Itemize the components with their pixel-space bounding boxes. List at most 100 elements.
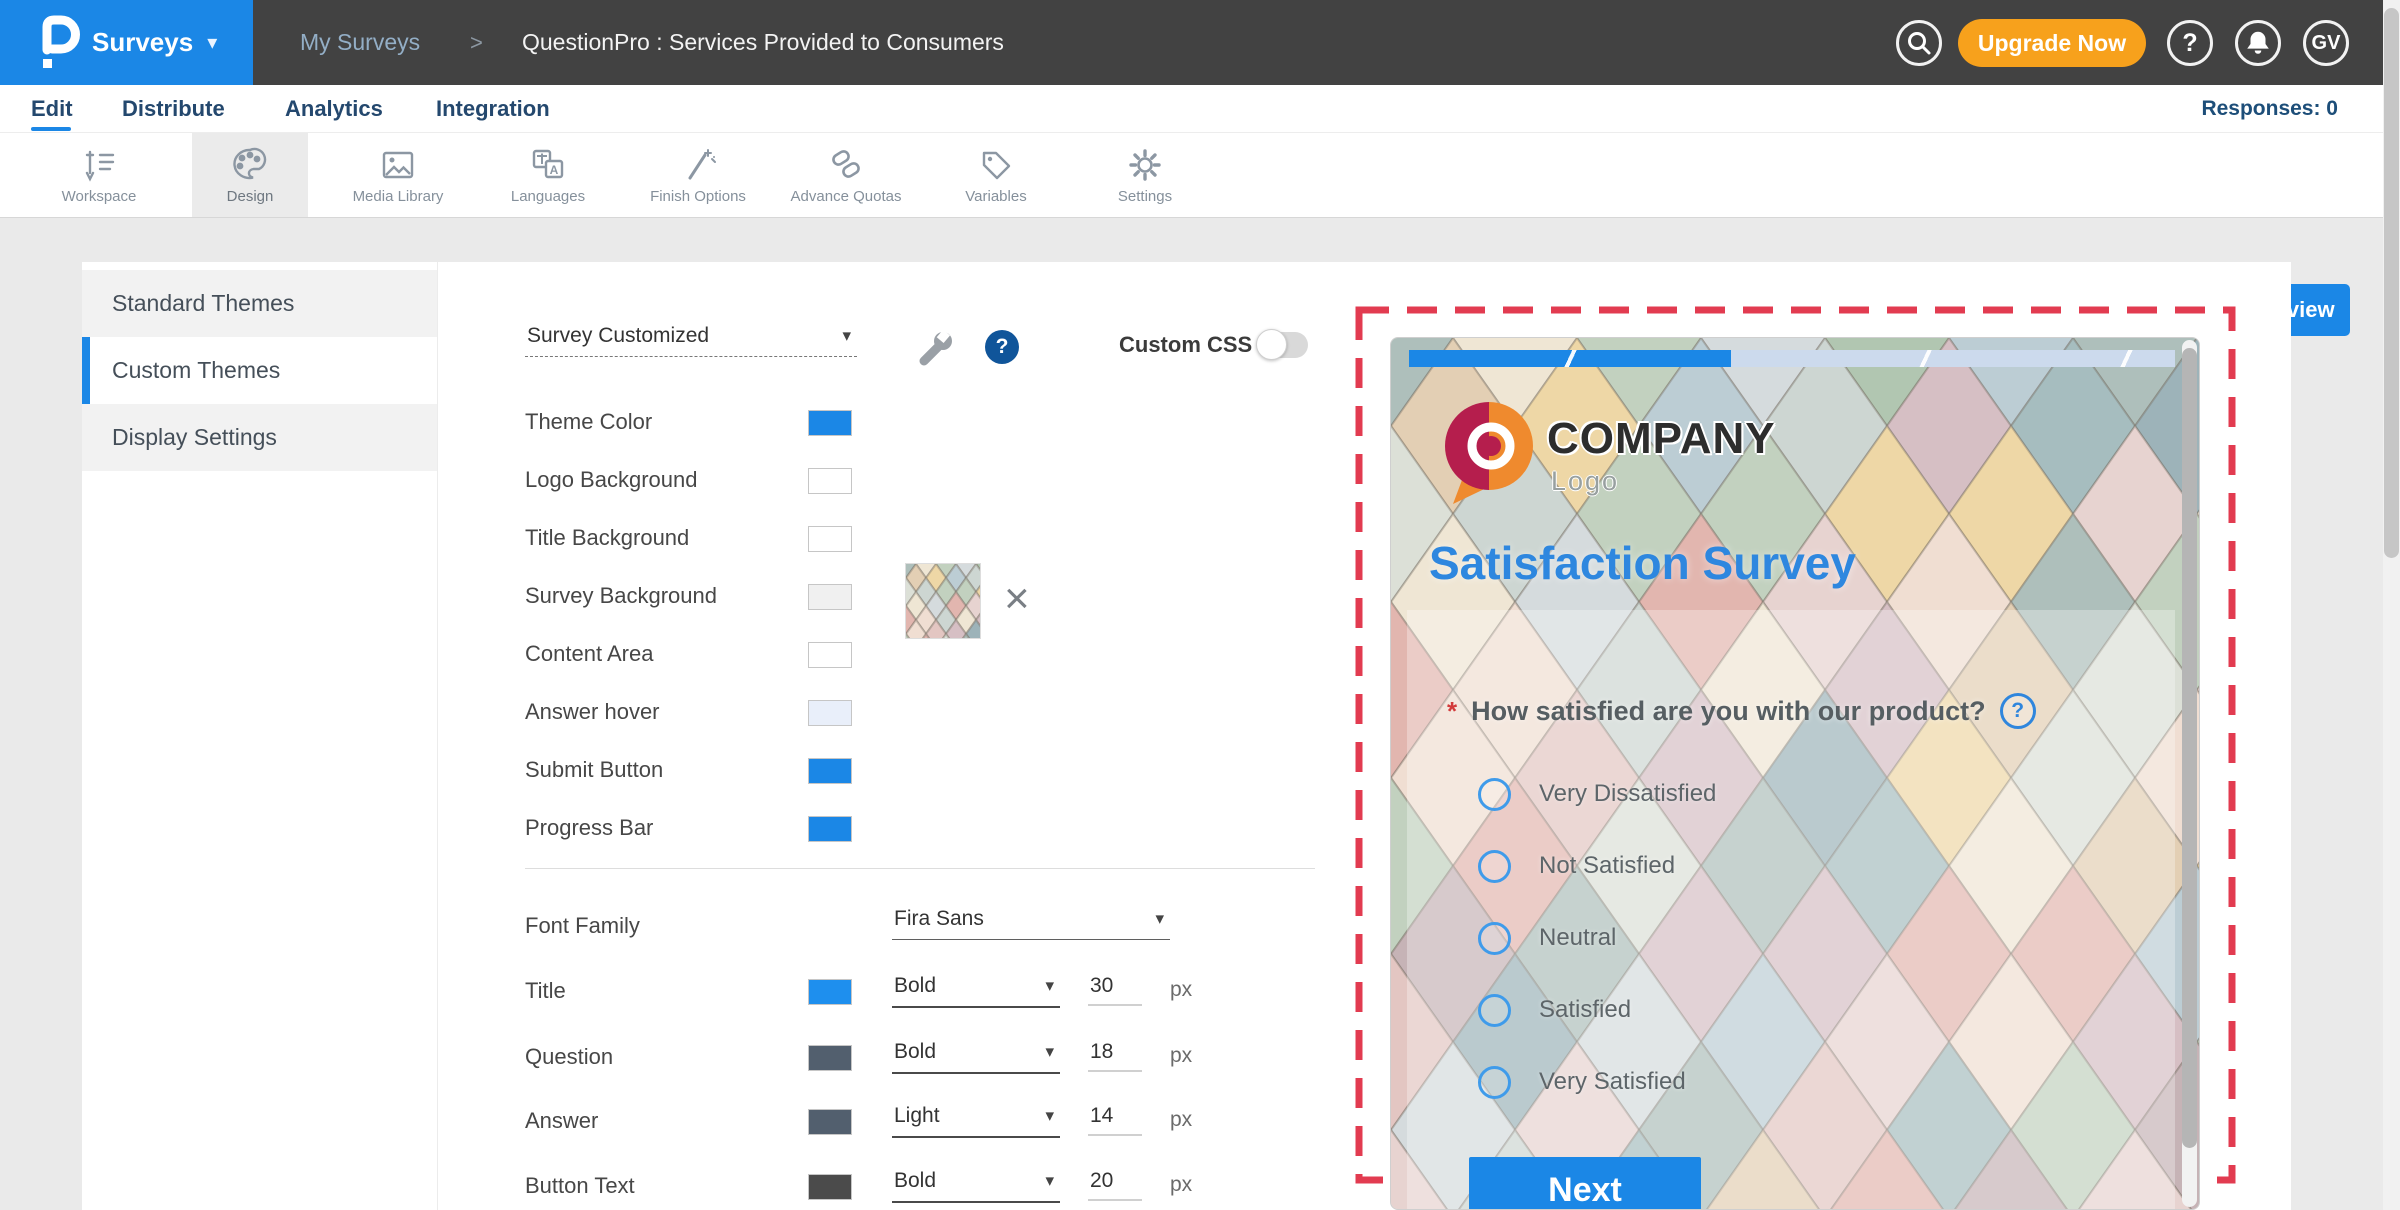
theme-help-icon[interactable]: ? <box>985 330 1019 364</box>
toolbar-item-design[interactable]: Design <box>192 133 308 217</box>
toolbar-item-media-library[interactable]: Media Library <box>323 133 473 217</box>
toolbar-item-advance-quotas[interactable]: Advance Quotas <box>771 133 921 217</box>
answer-option[interactable]: Very Satisfied <box>1478 1065 1686 1099</box>
toolbar-item-variables[interactable]: Variables <box>921 133 1071 217</box>
tab-distribute[interactable]: Distribute <box>122 85 225 133</box>
image-icon <box>377 145 419 185</box>
answer-size-input[interactable] <box>1088 1104 1142 1136</box>
answer-option-label: Satisfied <box>1539 996 1631 1024</box>
chevron-down-icon: ▾ <box>1045 1171 1054 1191</box>
sidebar-item-standard-themes[interactable]: Standard Themes <box>82 270 437 337</box>
survey-background-swatch[interactable] <box>808 584 852 610</box>
color-row-label: Submit Button <box>525 757 663 783</box>
button-text-color-swatch[interactable] <box>808 1174 852 1200</box>
answer-option[interactable]: Satisfied <box>1478 993 1631 1027</box>
title-font-color-swatch[interactable] <box>808 979 852 1005</box>
brand-menu-label: Surveys <box>92 27 193 58</box>
radio-icon[interactable] <box>1478 922 1511 955</box>
toolbar-item-label: Workspace <box>62 188 137 205</box>
notifications-button[interactable] <box>2235 20 2281 66</box>
sidebar-separator <box>437 262 438 1210</box>
sidebar-item-custom-themes[interactable]: Custom Themes <box>82 337 437 404</box>
gear-icon <box>1125 145 1165 185</box>
progress-bar-swatch[interactable] <box>808 816 852 842</box>
survey-background-image-thumbnail[interactable] <box>905 563 981 639</box>
answer-option-label: Very Satisfied <box>1539 1068 1686 1096</box>
button-text-size-input[interactable] <box>1088 1169 1142 1201</box>
logo-background-swatch[interactable] <box>808 468 852 494</box>
avatar[interactable]: GV <box>2303 20 2349 66</box>
answer-option-label: Not Satisfied <box>1539 852 1675 880</box>
breadcrumb-parent-link[interactable]: My Surveys <box>300 0 420 85</box>
chevron-down-icon: ▾ <box>207 30 217 55</box>
page-scrollbar-thumb[interactable] <box>2384 8 2399 558</box>
required-marker: * <box>1447 696 1457 727</box>
search-button[interactable] <box>1896 20 1942 66</box>
remove-background-image-icon[interactable]: × <box>1004 584 1030 614</box>
radio-icon[interactable] <box>1478 850 1511 883</box>
answer-option-label: Very Dissatisfied <box>1539 780 1716 808</box>
toolbar-item-label: Media Library <box>353 188 444 205</box>
section-divider <box>525 868 1315 869</box>
brand-menu[interactable]: Surveys ▾ <box>0 0 253 85</box>
theme-color-swatch[interactable] <box>808 410 852 436</box>
title-background-swatch[interactable] <box>808 526 852 552</box>
upgrade-now-button[interactable]: Upgrade Now <box>1958 19 2146 67</box>
design-toolbar: Workspace Design Media Library <box>0 133 2400 218</box>
font-row-label: Answer <box>525 1108 598 1134</box>
translate-icon: A <box>527 145 569 185</box>
answer-weight-select[interactable]: Light ▾ <box>892 1104 1060 1138</box>
help-button[interactable]: ? <box>2167 20 2213 66</box>
answer-option[interactable]: Very Dissatisfied <box>1478 777 1716 811</box>
color-row-label: Answer hover <box>525 699 660 725</box>
radio-icon[interactable] <box>1478 778 1511 811</box>
progress-bar-fill <box>1409 350 1731 367</box>
radio-icon[interactable] <box>1478 994 1511 1027</box>
font-row-label: Button Text <box>525 1173 635 1199</box>
toolbar-item-settings[interactable]: Settings <box>1070 133 1220 217</box>
toggle-knob <box>1256 329 1287 360</box>
answer-option[interactable]: Not Satisfied <box>1478 849 1675 883</box>
answer-font-color-swatch[interactable] <box>808 1109 852 1135</box>
tab-edit[interactable]: Edit <box>31 85 73 133</box>
tab-analytics[interactable]: Analytics <box>285 85 383 133</box>
answer-option-label: Neutral <box>1539 924 1616 952</box>
button-text-weight-select[interactable]: Bold ▾ <box>892 1169 1060 1203</box>
preview-scrollbar-thumb[interactable] <box>2182 348 2197 1148</box>
workspace-icon <box>79 145 119 185</box>
question-size-input[interactable] <box>1088 1040 1142 1072</box>
tab-integration[interactable]: Integration <box>436 85 550 133</box>
toolbar-item-workspace[interactable]: Workspace <box>24 133 174 217</box>
toolbar-item-label: Settings <box>1118 188 1172 205</box>
survey-progress-bar <box>1409 350 2175 367</box>
weight-value: Bold <box>894 1040 936 1064</box>
survey-question-row: * How satisfied are you with our product… <box>1447 693 2036 729</box>
question-font-color-swatch[interactable] <box>808 1045 852 1071</box>
color-row-label: Progress Bar <box>525 815 653 841</box>
color-row-label: Survey Background <box>525 583 717 609</box>
title-weight-select[interactable]: Bold ▾ <box>892 974 1060 1008</box>
svg-text:A: A <box>550 163 559 177</box>
submit-button-swatch[interactable] <box>808 758 852 784</box>
theme-select[interactable]: Survey Customized ▾ <box>525 324 857 357</box>
question-weight-select[interactable]: Bold ▾ <box>892 1040 1060 1074</box>
font-family-select[interactable]: Fira Sans ▾ <box>892 907 1170 940</box>
company-logo-pin-icon <box>1437 400 1541 510</box>
sidebar-item-display-settings[interactable]: Display Settings <box>82 404 437 471</box>
toolbar-item-finish-options[interactable]: Finish Options <box>623 133 773 217</box>
custom-css-toggle[interactable] <box>1258 332 1308 358</box>
answer-option[interactable]: Neutral <box>1478 921 1616 955</box>
responses-count: Responses: 0 <box>2201 85 2338 133</box>
answer-hover-swatch[interactable] <box>808 700 852 726</box>
toolbar-item-languages[interactable]: A Languages <box>473 133 623 217</box>
size-unit: px <box>1170 1108 1192 1132</box>
content-area-swatch[interactable] <box>808 642 852 668</box>
font-row-label: Question <box>525 1044 613 1070</box>
sidebar-item-label: Display Settings <box>112 424 277 451</box>
next-button[interactable]: Next <box>1469 1157 1701 1210</box>
title-size-input[interactable] <box>1088 974 1142 1006</box>
question-help-icon[interactable]: ? <box>2000 693 2036 729</box>
chevron-down-icon: ▾ <box>1045 1106 1054 1126</box>
wrench-icon[interactable] <box>915 328 957 370</box>
radio-icon[interactable] <box>1478 1066 1511 1099</box>
